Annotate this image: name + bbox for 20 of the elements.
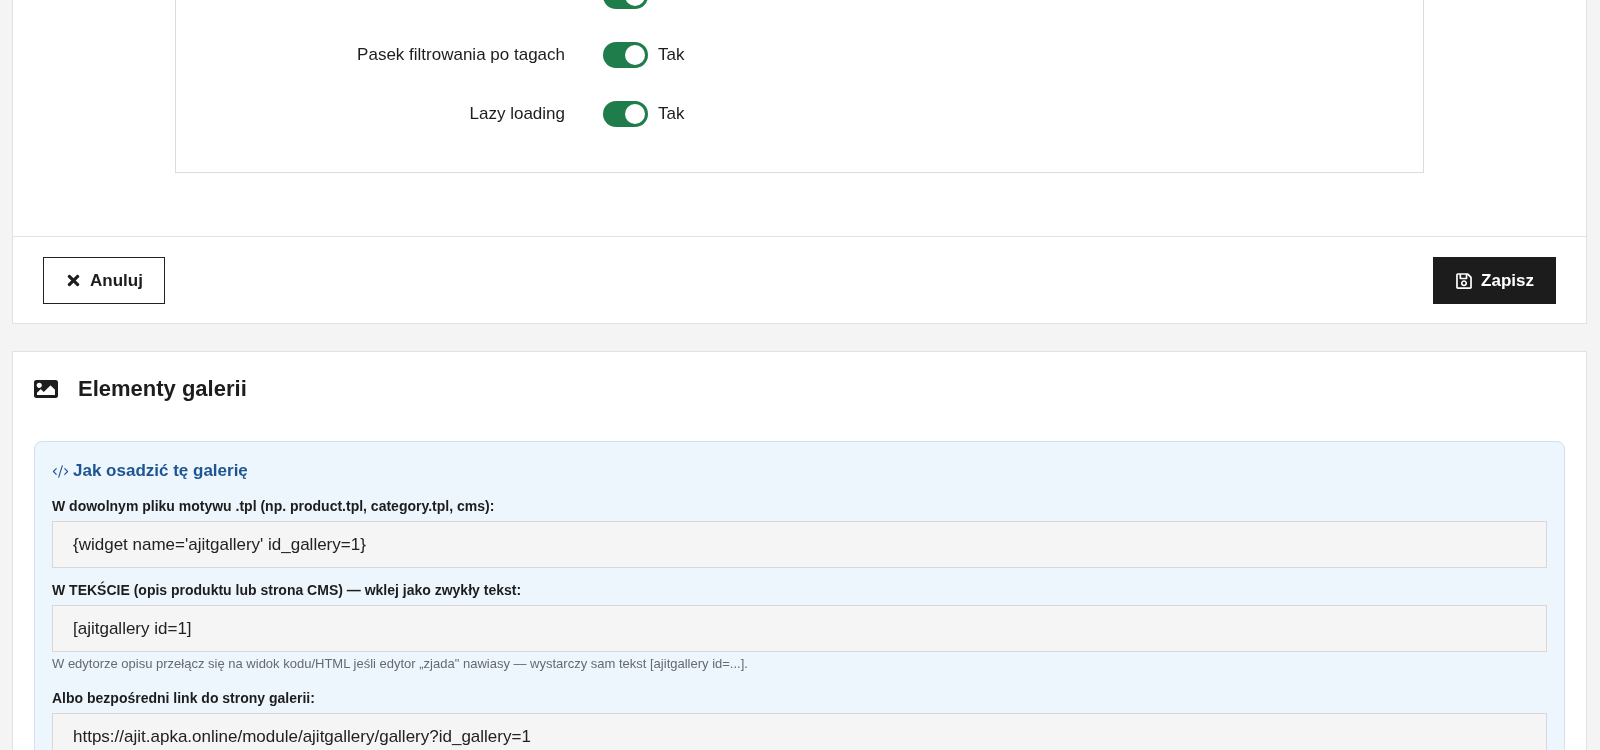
code-field[interactable]: https://ajit.apka.online/module/ajitgallery/gallery?id_gallery=1 xyxy=(52,713,1547,750)
field-label: W dowolnym pliku motywu .tpl (np. product.tpl, category.tpl, cms): xyxy=(52,498,496,515)
toggle-switch[interactable] xyxy=(603,42,648,68)
toggle-status-text: Tak xyxy=(658,104,685,124)
code-field[interactable]: {widget name='ajitgallery' id_gallery=1} xyxy=(52,521,1547,568)
toggle-switch[interactable] xyxy=(603,101,648,127)
section-title: Elementy galerii xyxy=(78,376,247,402)
code-icon xyxy=(52,462,69,480)
toggle-status-text: Tak xyxy=(658,45,685,65)
code-field[interactable]: [ajitgallery id=1] xyxy=(52,605,1547,652)
field-label: W TEKŚCIE (opis produktu lub strona CMS) — wklej jako zwykły tekst: xyxy=(52,582,523,599)
cancel-button[interactable]: Anuluj xyxy=(43,257,165,304)
image-icon xyxy=(34,377,58,401)
info-box-title: Jak osadzić tę galerię xyxy=(73,460,248,482)
help-text: W edytorze opisu przełącz się na widok kodu/HTML jeśli edytor „zjada" nawiasy — wystarczy sam tekst [ajitgallery id=...]. xyxy=(52,656,749,671)
close-icon xyxy=(65,272,82,289)
save-button[interactable]: Zapisz xyxy=(1433,257,1556,304)
setting-label: Lazy loading xyxy=(469,104,565,124)
field-label: Albo bezpośredni link do strony galerii: xyxy=(52,690,316,707)
setting-label: Pasek filtrowania po tagach xyxy=(357,45,565,65)
